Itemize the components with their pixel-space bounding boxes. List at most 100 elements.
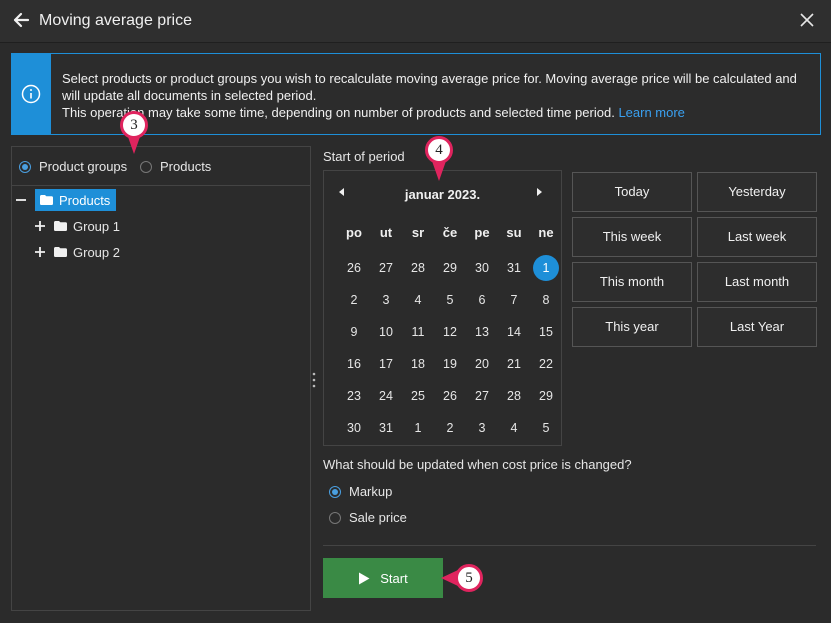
- calendar-day[interactable]: 7: [498, 284, 530, 316]
- calendar-day[interactable]: 29: [530, 380, 562, 412]
- calendar-day[interactable]: 1: [530, 252, 562, 284]
- info-icon: [21, 84, 41, 104]
- next-month-icon[interactable]: [531, 184, 547, 200]
- calendar-week-row: 9 10 11 12 13 14 15: [338, 316, 562, 348]
- radio-products[interactable]: Products: [140, 159, 211, 174]
- folder-icon: [54, 221, 67, 231]
- calendar-day[interactable]: 28: [498, 380, 530, 412]
- calendar-day[interactable]: 16: [338, 348, 370, 380]
- today-button[interactable]: Today: [572, 172, 692, 212]
- tree-node-group-2[interactable]: Group 2: [34, 241, 120, 263]
- radio-product-groups[interactable]: Product groups: [19, 159, 127, 174]
- calendar-day[interactable]: 23: [338, 380, 370, 412]
- calendar-day[interactable]: 26: [434, 380, 466, 412]
- update-question-label: What should be updated when cost price i…: [323, 457, 632, 472]
- calendar-grid: po ut sr če pe su ne 26 27 28 29 30 31 1 2 3 4 5 6 7 8 9 10 11…: [338, 225, 562, 444]
- calendar-day[interactable]: 14: [498, 316, 530, 348]
- calendar-day[interactable]: 30: [338, 412, 370, 444]
- collapse-icon[interactable]: [15, 194, 27, 206]
- play-icon: [359, 572, 370, 584]
- calendar-day[interactable]: 4: [402, 284, 434, 316]
- calendar-day[interactable]: 27: [466, 380, 498, 412]
- this-week-button[interactable]: This week: [572, 217, 692, 257]
- calendar-day[interactable]: 12: [434, 316, 466, 348]
- calendar-day[interactable]: 19: [434, 348, 466, 380]
- radio-label-products: Products: [160, 159, 212, 174]
- calendar-day[interactable]: 31: [370, 412, 402, 444]
- selection-mode-row: Product groups Products: [12, 147, 310, 186]
- calendar-week-row: 2345678: [338, 284, 562, 316]
- calendar-day[interactable]: 2: [338, 284, 370, 316]
- calendar-day[interactable]: 5: [530, 412, 562, 444]
- info-text: Select products or product groups you wi…: [62, 70, 812, 121]
- calendar-day[interactable]: 15: [530, 316, 562, 348]
- calendar-day[interactable]: 31: [498, 252, 530, 284]
- learn-more-link[interactable]: Learn more: [618, 105, 684, 120]
- calendar-day[interactable]: 18: [402, 348, 434, 380]
- radio-label-sale-price: Sale price: [349, 510, 407, 525]
- calendar-week-row: 30 31 1 2 3 4 5: [338, 412, 562, 444]
- calendar-day[interactable]: 22: [530, 348, 562, 380]
- radio-sale-price[interactable]: Sale price: [329, 510, 407, 525]
- expand-icon[interactable]: [34, 246, 46, 258]
- calendar-day[interactable]: 3: [370, 284, 402, 316]
- info-line-1: Select products or product groups you wi…: [62, 71, 797, 86]
- callout-4: 4: [425, 136, 453, 164]
- this-month-button[interactable]: This month: [572, 262, 692, 302]
- back-arrow-icon[interactable]: [10, 9, 32, 31]
- tree-node-products-text: Products: [59, 192, 111, 208]
- calendar-week-row: 26 27 28 29 30 31 1: [338, 252, 562, 284]
- calendar-week-row: 16 17 18 19 20 21 22: [338, 348, 562, 380]
- calendar-month-title[interactable]: januar 2023.: [324, 187, 561, 202]
- last-week-button[interactable]: Last week: [697, 217, 817, 257]
- tree-node-group-2-text: Group 2: [73, 244, 120, 260]
- calendar-day[interactable]: 24: [370, 380, 402, 412]
- calendar-day[interactable]: 11: [402, 316, 434, 348]
- radio-dot-products: [140, 160, 152, 173]
- weekday-header: ne: [538, 225, 554, 240]
- last-month-button[interactable]: Last month: [697, 262, 817, 302]
- calendar-day[interactable]: 26: [338, 252, 370, 284]
- calendar-day[interactable]: 10: [370, 316, 402, 348]
- calendar-day[interactable]: 20: [466, 348, 498, 380]
- calendar-day[interactable]: 1: [402, 412, 434, 444]
- calendar-day[interactable]: 8: [530, 284, 562, 316]
- calendar-day[interactable]: 5: [434, 284, 466, 316]
- calendar-day[interactable]: 21: [498, 348, 530, 380]
- calendar-day[interactable]: 17: [370, 348, 402, 380]
- calendar-day[interactable]: 30: [466, 252, 498, 284]
- calendar-day[interactable]: 29: [434, 252, 466, 284]
- tree-node-products-label[interactable]: Products: [35, 189, 117, 211]
- calendar-day[interactable]: 9: [338, 316, 370, 348]
- last-year-button[interactable]: Last Year: [697, 307, 817, 347]
- tree-node-group-1-text: Group 1: [73, 218, 120, 234]
- calendar-day[interactable]: 4: [498, 412, 530, 444]
- radio-markup[interactable]: Markup: [329, 484, 392, 499]
- yesterday-button[interactable]: Yesterday: [697, 172, 817, 212]
- calendar-day[interactable]: 2: [434, 412, 466, 444]
- calendar-day[interactable]: 3: [466, 412, 498, 444]
- this-year-button[interactable]: This year: [572, 307, 692, 347]
- folder-icon: [54, 247, 67, 257]
- start-button[interactable]: Start: [323, 558, 443, 598]
- calendar-weeks: 26 27 28 29 30 31 1 2 3 4 5 6 7 8 9 10 11 12 13 14 15 16 17 18 1…: [338, 252, 562, 444]
- calendar-day[interactable]: 28: [402, 252, 434, 284]
- close-icon[interactable]: [797, 10, 817, 30]
- calendar-day[interactable]: 27: [370, 252, 402, 284]
- weekday-header: sr: [411, 225, 425, 240]
- radio-dot-markup: [329, 485, 341, 498]
- weekday-header: če: [442, 225, 458, 240]
- calendar-day[interactable]: 25: [402, 380, 434, 412]
- calendar-day[interactable]: 13: [466, 316, 498, 348]
- splitter-grip-icon[interactable]: [312, 371, 316, 389]
- tree-node-group-1[interactable]: Group 1: [34, 215, 120, 237]
- expand-icon[interactable]: [34, 220, 46, 232]
- calendar-day[interactable]: 6: [466, 284, 498, 316]
- title-bar: Moving average price: [0, 0, 831, 43]
- tree-node-products[interactable]: Products: [15, 189, 117, 211]
- calendar-weekday-row: po ut sr če pe su ne: [338, 225, 562, 252]
- weekday-header: po: [346, 225, 362, 240]
- radio-dot-sale-price: [329, 511, 341, 524]
- radio-label-markup: Markup: [349, 484, 393, 499]
- divider: [323, 545, 816, 546]
